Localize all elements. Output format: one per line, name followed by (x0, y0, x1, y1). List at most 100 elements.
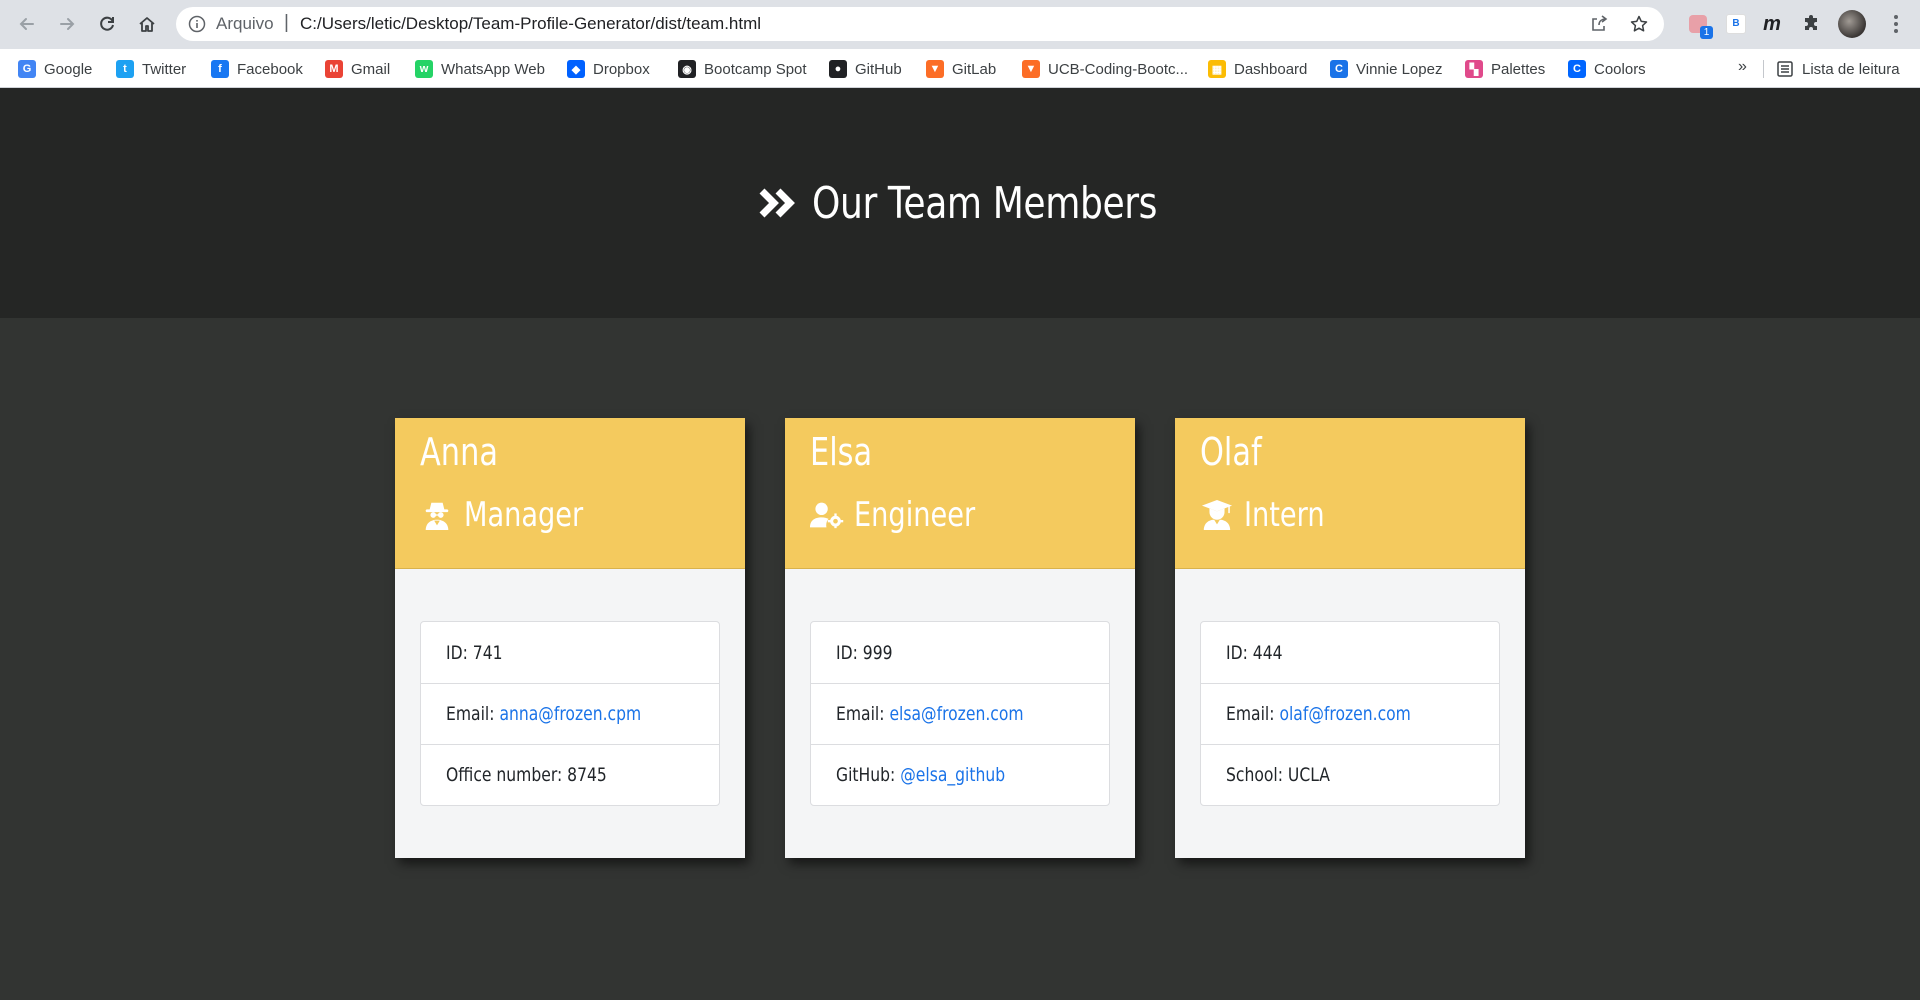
extension-badge-icon[interactable]: 1 (1684, 10, 1713, 39)
info-icon[interactable] (188, 15, 206, 33)
bookmark-label: WhatsApp Web (441, 60, 545, 78)
employee-name: Elsa (810, 430, 873, 474)
list-item-id: ID: 444 (1201, 622, 1499, 683)
bookmark-item[interactable]: ● GitHub (829, 58, 902, 80)
employee-name: Anna (420, 430, 498, 474)
github-link[interactable]: @elsa_github (900, 764, 1005, 786)
reading-list-button[interactable]: Lista de leitura (1776, 58, 1900, 80)
extra-label: Office number: (446, 764, 563, 786)
id-label: ID: (1226, 641, 1248, 664)
list-item-extra: Office number: 8745 (421, 744, 719, 805)
id-value: 444 (1252, 641, 1283, 664)
list-item-id: ID: 741 (421, 622, 719, 683)
back-button[interactable] (14, 11, 40, 37)
bookmark-star-icon[interactable] (1628, 13, 1650, 35)
email-link[interactable]: elsa@frozen.com (889, 703, 1023, 725)
email-link[interactable]: anna@frozen.cpm (499, 703, 641, 725)
coolors-icon: C (1568, 60, 1586, 78)
user-cog-icon (810, 498, 844, 532)
bookmark-item[interactable]: ▼ GitLab (926, 58, 996, 80)
bookmarks-overflow-button[interactable]: » (1738, 58, 1747, 76)
palettes-icon: ▚ (1465, 60, 1483, 78)
email-link[interactable]: olaf@frozen.com (1279, 703, 1410, 725)
page-title-text: Our Team Members (811, 177, 1157, 229)
bookmark-label: Vinnie Lopez (1356, 60, 1443, 78)
bookmark-label: Dropbox (593, 60, 650, 78)
facebook-icon: f (211, 60, 229, 78)
bookmark-item[interactable]: ▼ UCB-Coding-Bootc... (1022, 58, 1188, 80)
reload-button[interactable] (94, 11, 120, 37)
bookmark-item[interactable]: ◆ Dropbox (567, 58, 650, 80)
bookmark-label: Bootcamp Spot (704, 60, 807, 78)
bookmark-item[interactable]: G Google (18, 58, 92, 80)
user-graduate-icon (1200, 498, 1234, 532)
list-item-email: Email: anna@frozen.cpm (421, 683, 719, 744)
bookmark-item[interactable]: ▚ Palettes (1465, 58, 1545, 80)
employee-card: Elsa Engineer ID: 999 Email: elsa@frozen.co… (785, 418, 1135, 858)
page-title: Our Team Members (0, 88, 1920, 318)
card-header: Anna Manager (395, 418, 745, 569)
puzzle-icon[interactable] (1798, 10, 1826, 38)
github-icon: ● (829, 60, 847, 78)
arrow-left-icon (19, 18, 34, 30)
bookmark-label: UCB-Coding-Bootc... (1048, 60, 1189, 78)
bookmark-item[interactable]: f Facebook (211, 58, 303, 80)
bookmark-item[interactable]: ▦ Dashboard (1208, 58, 1307, 80)
extension-m-icon[interactable]: m (1758, 10, 1786, 38)
arrow-right-icon (60, 18, 75, 30)
bookmarks-divider (1763, 60, 1764, 78)
double-chevron-right-icon (759, 188, 795, 218)
browser-menu-icon[interactable] (1884, 12, 1908, 36)
extension-b-icon[interactable]: B (1722, 10, 1750, 38)
list-item-id: ID: 999 (811, 622, 1109, 683)
bookmark-item[interactable]: C Coolors (1568, 58, 1646, 80)
id-label: ID: (836, 641, 858, 664)
employee-role: Intern (1200, 493, 1345, 537)
forward-button[interactable] (54, 11, 80, 37)
bookmark-label: Twitter (142, 60, 187, 78)
whatsapp-icon: w (415, 60, 433, 78)
list-item-extra: School: UCLA (1201, 744, 1499, 805)
employee-card: Olaf Intern ID: 444 Email: olaf@frozen.com S… (1175, 418, 1525, 858)
bookmark-item[interactable]: C Vinnie Lopez (1330, 58, 1442, 80)
gitlab-icon: ▼ (926, 60, 944, 78)
id-value: 741 (472, 641, 503, 664)
dropbox-icon: ◆ (567, 60, 585, 78)
extra-label: School: (1226, 764, 1283, 786)
role-label: Manager (464, 495, 584, 535)
address-bar[interactable]: Arquivo | C:/Users/letic/Desktop/Team-Pr… (176, 7, 1664, 41)
card-header: Elsa Engineer (785, 418, 1135, 569)
url-separator: | (284, 12, 289, 33)
employee-name: Olaf (1200, 430, 1262, 474)
bookmark-item[interactable]: t Twitter (116, 58, 186, 80)
gmail-icon: M (325, 60, 343, 78)
bookmark-item[interactable]: ◉ Bootcamp Spot (678, 58, 807, 80)
gitlab-icon: ▼ (1022, 60, 1040, 78)
role-label: Engineer (854, 495, 976, 535)
bookmarks-bar: G Google t Twitter f Facebook M Gmail w WhatsApp … (0, 49, 1920, 88)
browser-toolbar: Arquivo | C:/Users/letic/Desktop/Team-Pr… (0, 0, 1920, 49)
home-button[interactable] (134, 11, 160, 37)
bookmark-label: Palettes (1491, 60, 1546, 78)
twitter-icon: t (116, 60, 134, 78)
email-label: Email: (446, 703, 495, 725)
list-item-email: Email: olaf@frozen.com (1201, 683, 1499, 744)
employee-role: Engineer (810, 493, 1005, 537)
bookmark-label: GitHub (855, 60, 902, 78)
user-secret-icon (420, 498, 454, 532)
list-item-extra: GitHub: @elsa_github (811, 744, 1109, 805)
bookmark-label: Google (44, 60, 93, 78)
bookmark-label: Facebook (237, 60, 303, 78)
role-label: Intern (1244, 495, 1325, 535)
reading-list-icon (1777, 61, 1793, 77)
profile-avatar[interactable] (1838, 10, 1866, 38)
home-icon (139, 17, 155, 32)
bookmark-item[interactable]: M Gmail (325, 58, 390, 80)
employee-card: Anna Manager ID: 741 Email: anna@frozen.cpm… (395, 418, 745, 858)
bookmark-label: Coolors (1594, 60, 1646, 78)
bookmark-item[interactable]: w WhatsApp Web (415, 58, 545, 80)
url-text[interactable]: C:/Users/letic/Desktop/Team-Profile-Gene… (300, 14, 761, 34)
bookmark-label: GitLab (952, 60, 997, 78)
share-icon[interactable] (1588, 13, 1610, 35)
employee-details-list: ID: 999 Email: elsa@frozen.com GitHub: @el… (810, 621, 1110, 806)
